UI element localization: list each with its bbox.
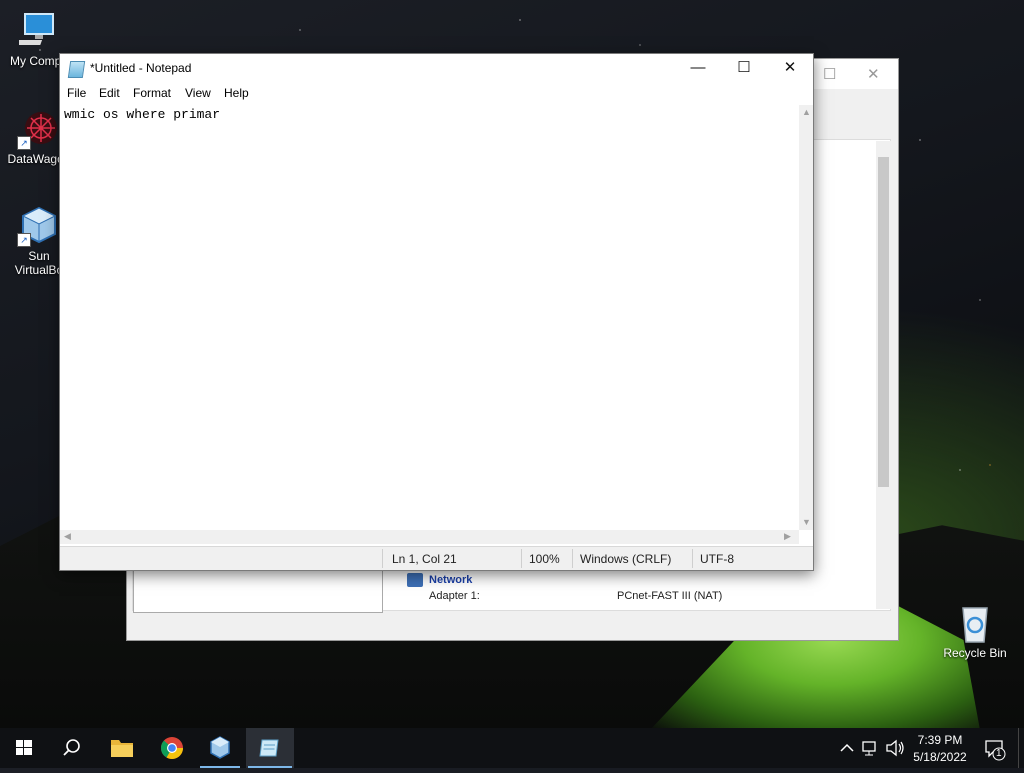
text-editor[interactable]: wmic os where primar <box>62 105 802 534</box>
menu-help[interactable]: Help <box>224 86 249 100</box>
chevron-up-icon <box>840 743 854 752</box>
network-tray[interactable] <box>860 728 880 768</box>
notepad-window[interactable]: *Untitled - Notepad — ☐ ✕ File Edit Form… <box>59 53 814 571</box>
vertical-scrollbar[interactable]: ▲ ▼ <box>799 105 813 530</box>
chrome-icon <box>161 737 183 759</box>
close-icon[interactable]: ✕ <box>867 65 880 83</box>
network-tray-icon <box>862 741 876 756</box>
windows-icon <box>16 740 32 755</box>
cursor-position: Ln 1, Col 21 <box>392 552 457 566</box>
network-section-title[interactable]: Network <box>429 574 472 586</box>
network-icon <box>407 573 423 587</box>
scrollbar-thumb[interactable] <box>878 157 889 487</box>
preview-box <box>133 567 383 613</box>
status-divider <box>382 549 383 568</box>
taskbar-chrome[interactable] <box>148 728 196 768</box>
virtualbox-icon <box>210 736 230 759</box>
show-hidden-icons[interactable] <box>838 728 856 768</box>
adapter-label: Adapter 1: <box>429 590 480 602</box>
taskbar: 7:39 PM 5/18/2022 1 <box>0 728 1024 768</box>
maximize-button[interactable]: ☐ <box>721 54 767 82</box>
scroll-down-icon[interactable]: ▼ <box>802 517 811 527</box>
adapter-value: PCnet-FAST III (NAT) <box>617 590 723 602</box>
status-divider <box>521 549 522 568</box>
scroll-right-icon[interactable]: ▶ <box>784 531 791 542</box>
shortcut-arrow-icon: ↗ <box>17 233 31 247</box>
search-icon <box>63 739 80 756</box>
desktop-icon-recycle-bin[interactable]: Recycle Bin <box>936 602 1014 660</box>
virtualbox-icon: ↗ <box>17 205 59 247</box>
minimize-button[interactable]: — <box>675 54 721 82</box>
notepad-icon <box>259 739 279 757</box>
scroll-left-icon[interactable]: ◀ <box>64 531 71 542</box>
notepad-icon <box>67 61 86 78</box>
notepad-titlebar[interactable]: *Untitled - Notepad — ☐ ✕ <box>60 54 813 82</box>
search-button[interactable] <box>48 728 96 768</box>
clock-time: 7:39 PM <box>917 733 963 747</box>
shortcut-arrow-icon: ↗ <box>17 136 31 150</box>
status-bar: Ln 1, Col 21 100% Windows (CRLF) UTF-8 <box>60 546 813 570</box>
close-button[interactable]: ✕ <box>767 54 813 82</box>
notification-count: 1 <box>996 748 1002 759</box>
show-desktop-button[interactable] <box>1018 728 1024 768</box>
menu-file[interactable]: File <box>67 86 86 100</box>
menu-edit[interactable]: Edit <box>99 86 120 100</box>
folder-icon <box>111 740 133 757</box>
maximize-icon[interactable]: ☐ <box>823 65 836 83</box>
speaker-icon <box>886 739 904 757</box>
status-divider <box>692 549 693 568</box>
notification-icon <box>985 740 1006 761</box>
menu-bar: File Edit Format View Help <box>60 82 813 104</box>
status-divider <box>572 549 573 568</box>
taskbar-virtualbox[interactable] <box>196 728 244 768</box>
clock[interactable]: 7:39 PM 5/18/2022 <box>910 728 970 768</box>
taskbar-file-explorer[interactable] <box>98 728 146 768</box>
menu-view[interactable]: View <box>185 86 211 100</box>
line-ending: Windows (CRLF) <box>580 552 672 566</box>
start-button[interactable] <box>0 728 48 768</box>
encoding: UTF-8 <box>700 552 734 566</box>
menu-format[interactable]: Format <box>133 86 171 100</box>
clock-date: 5/18/2022 <box>913 750 967 764</box>
desktop-icon-label: Recycle Bin <box>943 646 1007 660</box>
action-center[interactable]: 1 <box>980 728 1010 768</box>
zoom-level: 100% <box>529 552 560 566</box>
datawagon-icon: ↗ <box>17 108 59 150</box>
window-title: *Untitled - Notepad <box>90 61 192 75</box>
taskbar-notepad[interactable] <box>246 728 294 768</box>
computer-icon <box>14 10 59 50</box>
horizontal-scrollbar[interactable]: ◀ ▶ <box>60 530 799 544</box>
volume-tray[interactable] <box>884 728 906 768</box>
scroll-up-icon[interactable]: ▲ <box>802 107 811 117</box>
recycle-bin-icon <box>955 602 995 643</box>
